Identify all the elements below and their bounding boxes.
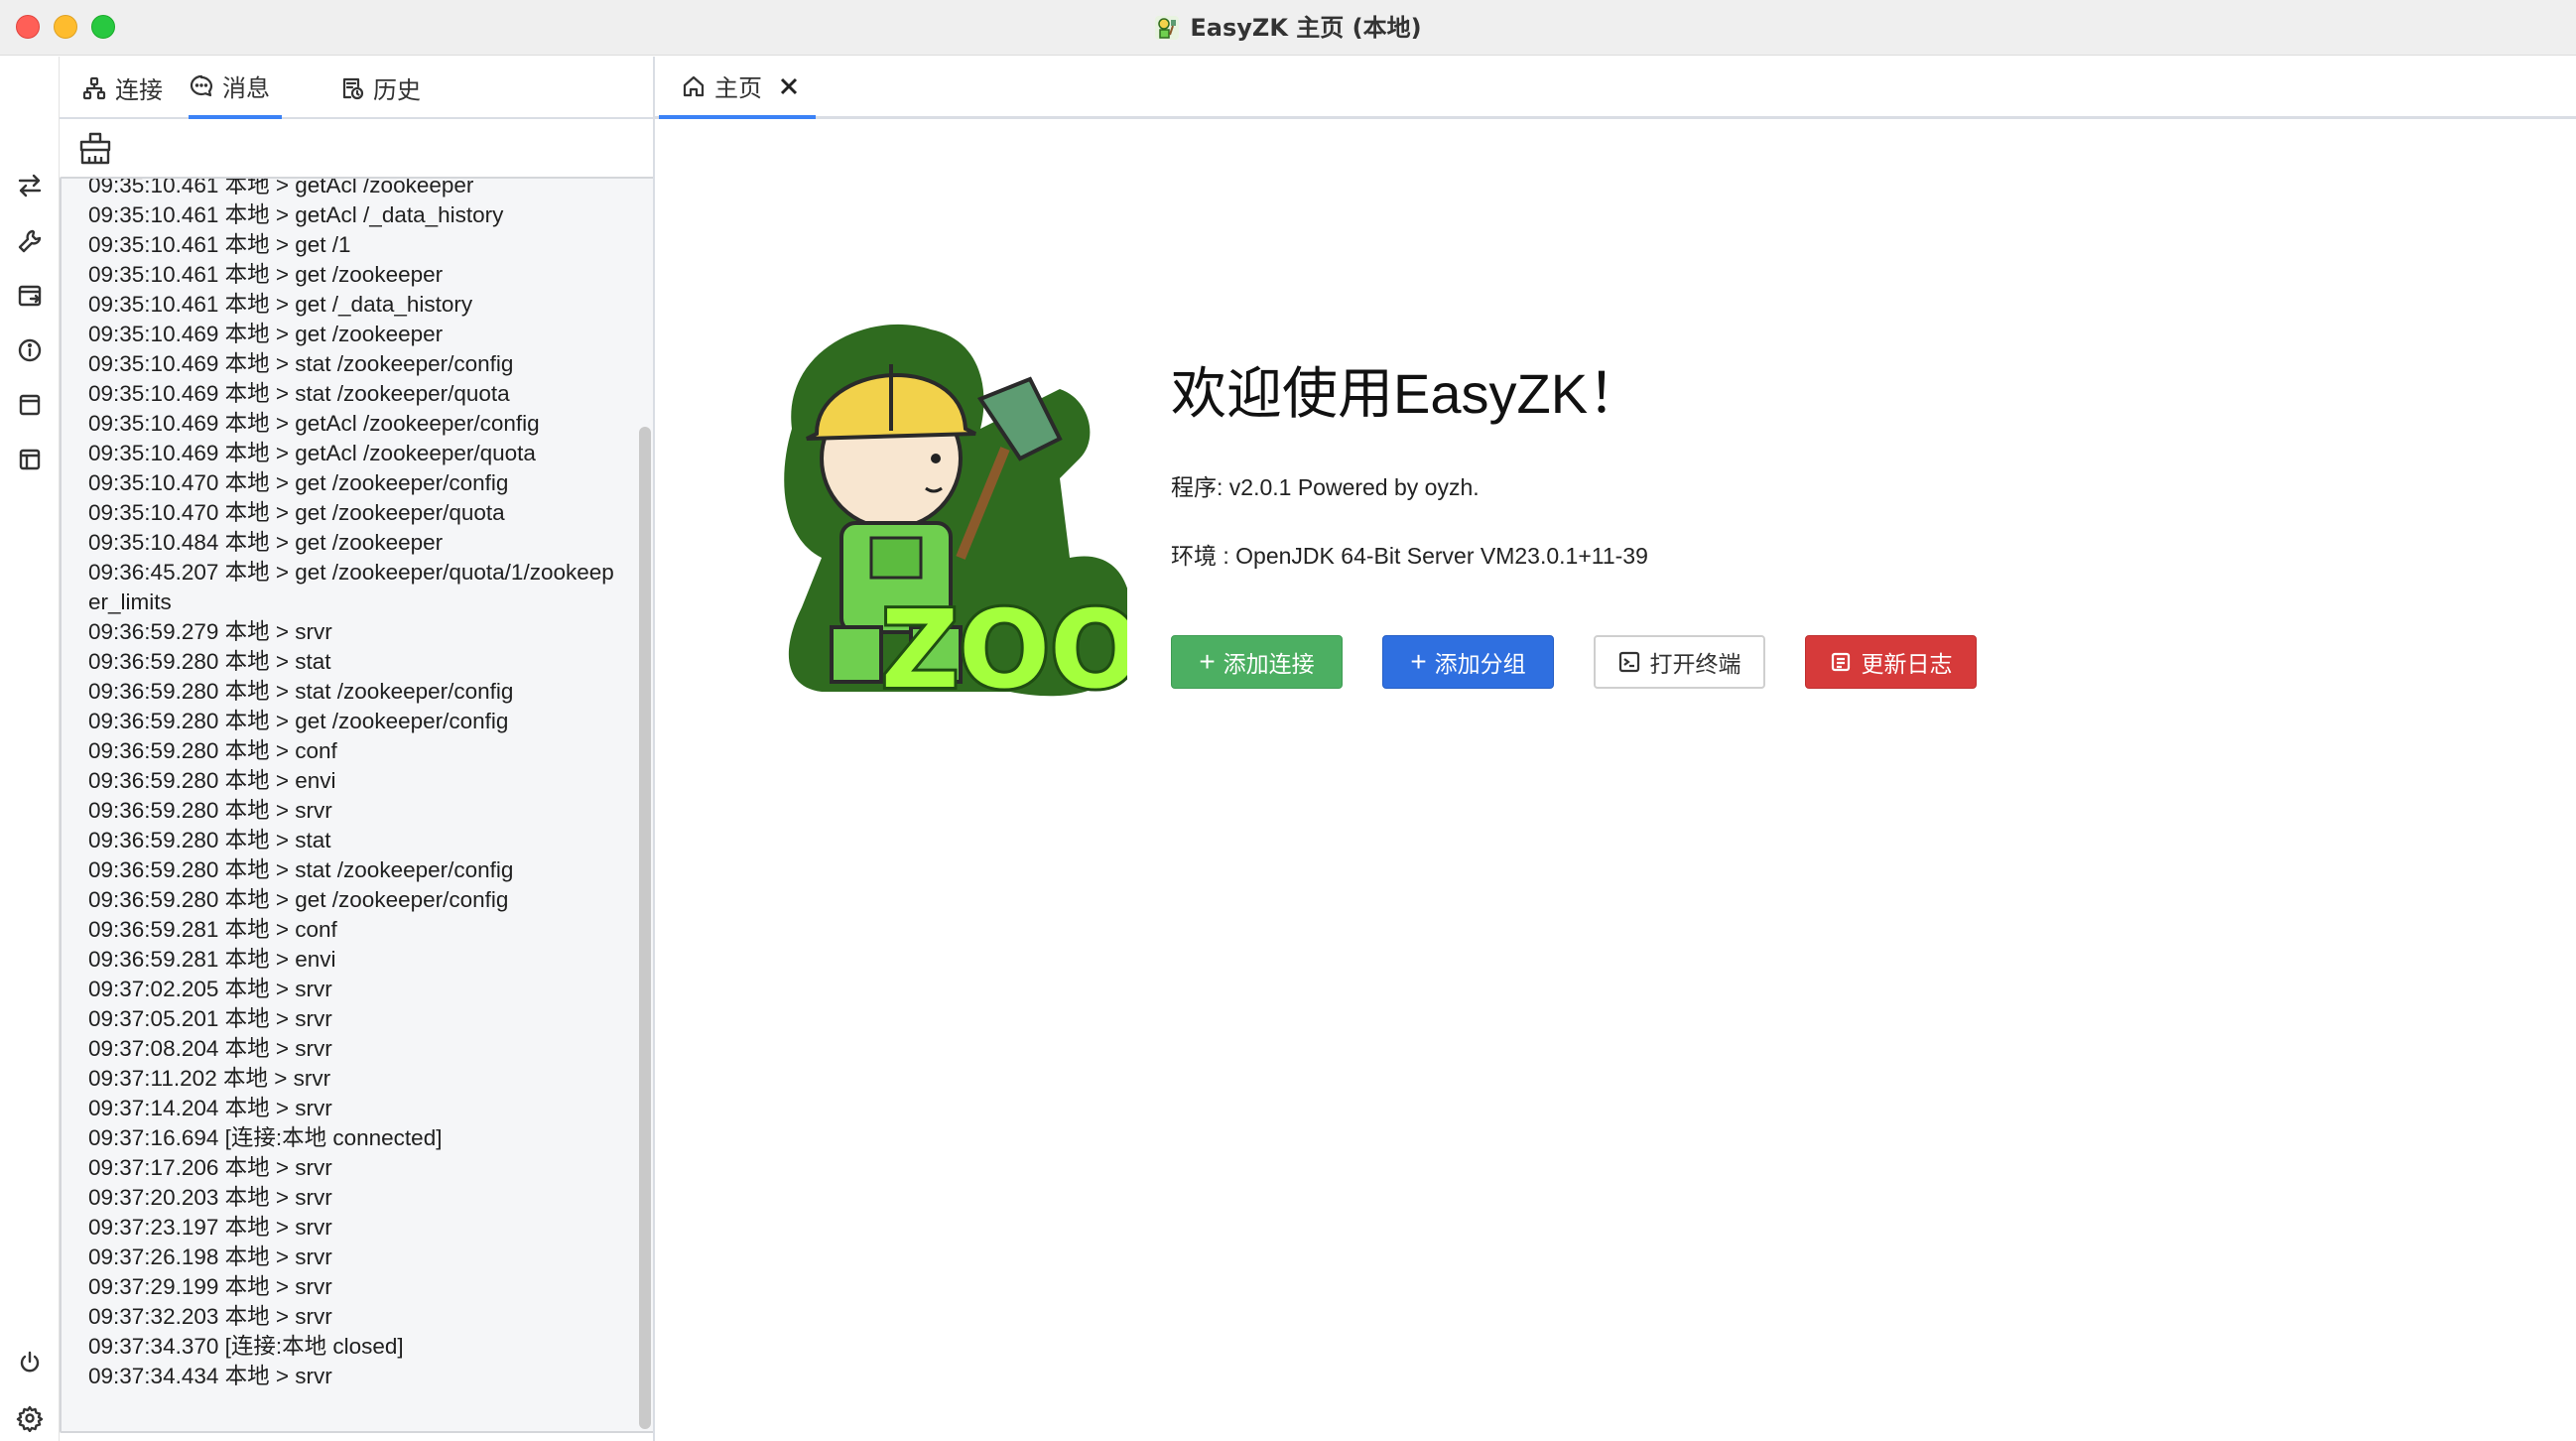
- tab-messages[interactable]: 消息: [189, 57, 282, 119]
- log-line: 09:35:10.469 本地 > stat /zookeeper/quota: [88, 381, 510, 406]
- log-line: 09:37:26.198 本地 > srvr: [88, 1244, 332, 1269]
- tab-home-label: 主页: [714, 74, 762, 102]
- log-line: 09:37:14.204 本地 > srvr: [88, 1096, 332, 1120]
- log-line: 09:35:10.461 本地 > get /zookeeper: [88, 262, 444, 287]
- log-line: 09:35:10.484 本地 > get /zookeeper: [88, 530, 444, 555]
- welcome-title: 欢迎使用EasyZK！: [1171, 362, 1644, 425]
- add-group-label: 添加分组: [1434, 651, 1526, 677]
- logo-zoo-text: ZOO: [881, 589, 1127, 699]
- log-line: 09:35:10.469 本地 > get /zookeeper: [88, 322, 444, 346]
- log-line: 09:36:59.281 本地 > conf: [88, 917, 337, 942]
- plus-icon: +: [1199, 646, 1216, 677]
- changelog-icon: [1831, 652, 1850, 672]
- message-log[interactable]: 09:35:10.461 本地 > getAcl /zookeeper 09:35…: [60, 177, 655, 1433]
- log-line: 09:36:45.207 本地 > get /zookeeper/quota/1…: [88, 560, 614, 614]
- message-toolbar: [60, 121, 655, 177]
- terminal-icon: [1618, 651, 1639, 673]
- power-icon[interactable]: [14, 1347, 46, 1378]
- window-title: EasyZK 主页 (本地): [0, 0, 2576, 56]
- plus-icon: +: [1410, 646, 1427, 677]
- log-line: 09:35:10.469 本地 > getAcl /zookeeper/quot…: [88, 441, 536, 465]
- switch-icon[interactable]: [14, 170, 46, 201]
- zoo-mascot-logo: ZOO: [762, 310, 1144, 716]
- log-line: 09:37:05.201 本地 > srvr: [88, 1006, 332, 1031]
- log-line: 09:36:59.280 本地 > conf: [88, 738, 337, 763]
- log-line: 09:37:32.203 本地 > srvr: [88, 1304, 332, 1329]
- home-icon: [683, 75, 705, 96]
- app-icon: [1155, 16, 1180, 40]
- log-line: 09:37:29.199 本地 > srvr: [88, 1274, 332, 1299]
- tab-connection[interactable]: 连接: [81, 57, 163, 119]
- main-tab-bar: 主页: [655, 57, 2576, 119]
- add-connection-label: 添加连接: [1223, 651, 1315, 677]
- log-line: 09:36:59.280 本地 > stat /zookeeper/config: [88, 857, 514, 882]
- tab-history-label: 历史: [373, 76, 421, 104]
- log-line: 09:35:10.461 本地 > get /_data_history: [88, 292, 473, 317]
- message-log-lines: 09:35:10.461 本地 > getAcl /zookeeper 09:35…: [88, 177, 624, 1391]
- log-line: 09:35:10.470 本地 > get /zookeeper/config: [88, 470, 509, 495]
- log-line: 09:36:59.280 本地 > get /zookeeper/config: [88, 887, 509, 912]
- history-icon: [342, 77, 364, 99]
- log-line: 09:35:10.461 本地 > getAcl /zookeeper: [88, 177, 474, 197]
- log-line: 09:37:20.203 本地 > srvr: [88, 1185, 332, 1210]
- log-scrollbar[interactable]: [639, 427, 651, 1429]
- log-line: 09:37:23.197 本地 > srvr: [88, 1215, 332, 1240]
- log-line: 09:35:10.469 本地 > stat /zookeeper/config: [88, 351, 514, 376]
- window-titlebar: EasyZK 主页 (本地): [0, 0, 2576, 56]
- log-line: 09:35:10.461 本地 > get /1: [88, 232, 351, 257]
- log-line: 09:37:16.694 [连接:本地 connected]: [88, 1125, 443, 1150]
- log-line: 09:36:59.280 本地 > stat: [88, 649, 331, 674]
- connection-icon: [82, 76, 106, 99]
- program-info: 程序: v2.0.1 Powered by oyzh.: [1171, 474, 1480, 500]
- layout-icon[interactable]: [14, 444, 46, 475]
- window-title-text: EasyZK 主页 (本地): [1190, 14, 1422, 42]
- log-line: 09:36:59.280 本地 > envi: [88, 768, 336, 793]
- open-terminal-label: 打开终端: [1649, 651, 1741, 677]
- log-line: 09:37:17.206 本地 > srvr: [88, 1155, 332, 1180]
- log-line: 09:36:59.281 本地 > envi: [88, 947, 336, 972]
- log-line: 09:36:59.280 本地 > srvr: [88, 798, 332, 823]
- clear-messages-icon[interactable]: [77, 131, 113, 167]
- left-tab-bar: 连接 消息 历史: [60, 57, 655, 119]
- log-line: 09:35:10.470 本地 > get /zookeeper/quota: [88, 500, 505, 525]
- log-line: 09:37:34.370 [连接:本地 closed]: [88, 1334, 404, 1359]
- log-line: 09:36:59.280 本地 > stat: [88, 828, 331, 852]
- settings-icon[interactable]: [14, 1402, 46, 1434]
- log-line: 09:37:08.204 本地 > srvr: [88, 1036, 332, 1061]
- tab-messages-label: 消息: [222, 74, 270, 102]
- add-connection-button[interactable]: + 添加连接: [1171, 635, 1343, 689]
- tab-history[interactable]: 历史: [339, 57, 421, 119]
- add-group-button[interactable]: + 添加分组: [1382, 635, 1554, 689]
- message-icon: [190, 74, 213, 96]
- info-icon[interactable]: [14, 334, 46, 366]
- window-icon[interactable]: [14, 389, 46, 421]
- log-line: 09:36:59.280 本地 > stat /zookeeper/config: [88, 679, 514, 704]
- panel-divider[interactable]: [653, 57, 655, 1441]
- tab-home[interactable]: 主页: [659, 57, 816, 119]
- environment-info: 环境 : OpenJDK 64-Bit Server VM23.0.1+11-3…: [1171, 543, 1648, 569]
- close-icon[interactable]: [778, 75, 800, 97]
- terminal-window-icon[interactable]: [14, 280, 46, 312]
- message-panel: 连接 消息 历史 09:35:10.461 本地 > getAcl /zooke…: [60, 57, 655, 1441]
- left-icon-bar: [0, 57, 60, 1441]
- log-line: 09:37:11.202 本地 > srvr: [88, 1066, 331, 1091]
- log-line: 09:37:34.434 本地 > srvr: [88, 1364, 332, 1388]
- log-line: 09:35:10.461 本地 > getAcl /_data_history: [88, 202, 504, 227]
- open-terminal-button[interactable]: 打开终端: [1594, 635, 1765, 689]
- wrench-icon[interactable]: [14, 225, 46, 257]
- changelog-button[interactable]: 更新日志: [1805, 635, 1977, 689]
- log-line: 09:35:10.469 本地 > getAcl /zookeeper/conf…: [88, 411, 540, 436]
- log-line: 09:37:02.205 本地 > srvr: [88, 977, 332, 1001]
- changelog-label: 更新日志: [1861, 651, 1953, 677]
- tab-connection-label: 连接: [115, 76, 163, 104]
- log-line: 09:36:59.279 本地 > srvr: [88, 619, 332, 644]
- log-line: 09:36:59.280 本地 > get /zookeeper/config: [88, 709, 509, 733]
